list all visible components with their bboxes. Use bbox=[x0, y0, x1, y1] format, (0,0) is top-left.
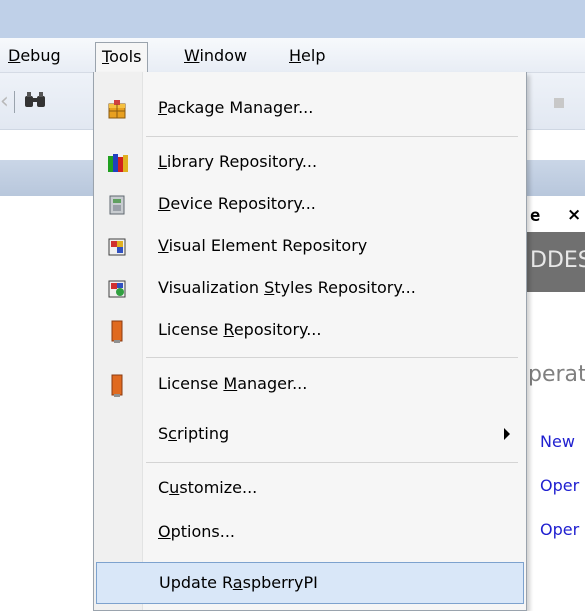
section-heading: perat bbox=[528, 362, 585, 387]
document-tab-label: e bbox=[530, 206, 541, 226]
license-repository-icon bbox=[107, 320, 127, 343]
menu-item-library-repository[interactable]: Library Repository... bbox=[94, 142, 526, 184]
menu-window[interactable]: Window bbox=[178, 44, 253, 68]
menu-item-label: Visual Element Repository bbox=[158, 236, 368, 255]
visual-element-icon bbox=[107, 236, 127, 258]
menu-item-label: Options... bbox=[158, 522, 235, 541]
toolbar-button-icon[interactable] bbox=[554, 98, 564, 108]
find-binoculars-icon[interactable] bbox=[24, 91, 46, 114]
menu-item-license-repository[interactable]: License Repository... bbox=[94, 310, 526, 352]
menu-item-scripting[interactable]: Scripting bbox=[94, 414, 526, 456]
menu-item-update-raspberrypi[interactable]: Update RaspberryPI bbox=[96, 562, 524, 604]
menu-item-visual-element-repository[interactable]: Visual Element Repository bbox=[94, 226, 526, 268]
chevron-left-icon[interactable]: ‹ bbox=[0, 89, 9, 114]
menu-item-visualization-styles-repository[interactable]: Visualization Styles Repository... bbox=[94, 268, 526, 310]
license-manager-icon bbox=[107, 374, 127, 397]
title-bar bbox=[0, 0, 585, 38]
menu-item-label: Package Manager... bbox=[158, 98, 314, 117]
menu-item-label: Device Repository... bbox=[158, 194, 316, 213]
banner-text: DDES bbox=[530, 248, 585, 273]
submenu-arrow-icon bbox=[504, 428, 510, 440]
close-icon[interactable]: × bbox=[567, 205, 581, 225]
toolbar-separator bbox=[14, 91, 15, 113]
package-manager-icon bbox=[107, 98, 127, 120]
menu-item-label: Update RaspberryPI bbox=[159, 573, 318, 592]
document-tab[interactable]: e × bbox=[520, 200, 585, 232]
menu-bar: Debug Tools Window Help bbox=[0, 38, 585, 73]
link-open-1[interactable]: Oper bbox=[540, 476, 579, 495]
device-repository-icon bbox=[107, 194, 127, 216]
menu-item-customize[interactable]: Customize... bbox=[94, 468, 526, 510]
menu-item-label: Customize... bbox=[158, 478, 258, 497]
menu-item-device-repository[interactable]: Device Repository... bbox=[94, 184, 526, 226]
menu-item-label: Scripting bbox=[158, 424, 230, 443]
menu-item-label: License Repository... bbox=[158, 320, 322, 339]
menu-help[interactable]: Help bbox=[283, 44, 331, 68]
menu-item-package-manager[interactable]: Package Manager... bbox=[94, 88, 526, 130]
menu-tools[interactable]: Tools bbox=[95, 42, 149, 73]
library-repository-icon bbox=[107, 152, 128, 174]
tools-dropdown-menu: Package Manager... Library Repository...… bbox=[93, 72, 527, 611]
link-open-2[interactable]: Oper bbox=[540, 520, 579, 539]
menu-item-license-manager[interactable]: License Manager... bbox=[94, 364, 526, 406]
menu-separator bbox=[146, 357, 518, 358]
link-new[interactable]: New bbox=[540, 432, 575, 451]
menu-separator bbox=[146, 462, 518, 463]
menu-debug[interactable]: Debug bbox=[2, 44, 67, 68]
menu-separator bbox=[146, 136, 518, 137]
visualization-styles-icon bbox=[107, 278, 127, 300]
menu-item-label: Visualization Styles Repository... bbox=[158, 278, 416, 297]
menu-item-label: Library Repository... bbox=[158, 152, 318, 171]
menu-item-label: License Manager... bbox=[158, 374, 308, 393]
menu-item-options[interactable]: Options... bbox=[94, 512, 526, 554]
